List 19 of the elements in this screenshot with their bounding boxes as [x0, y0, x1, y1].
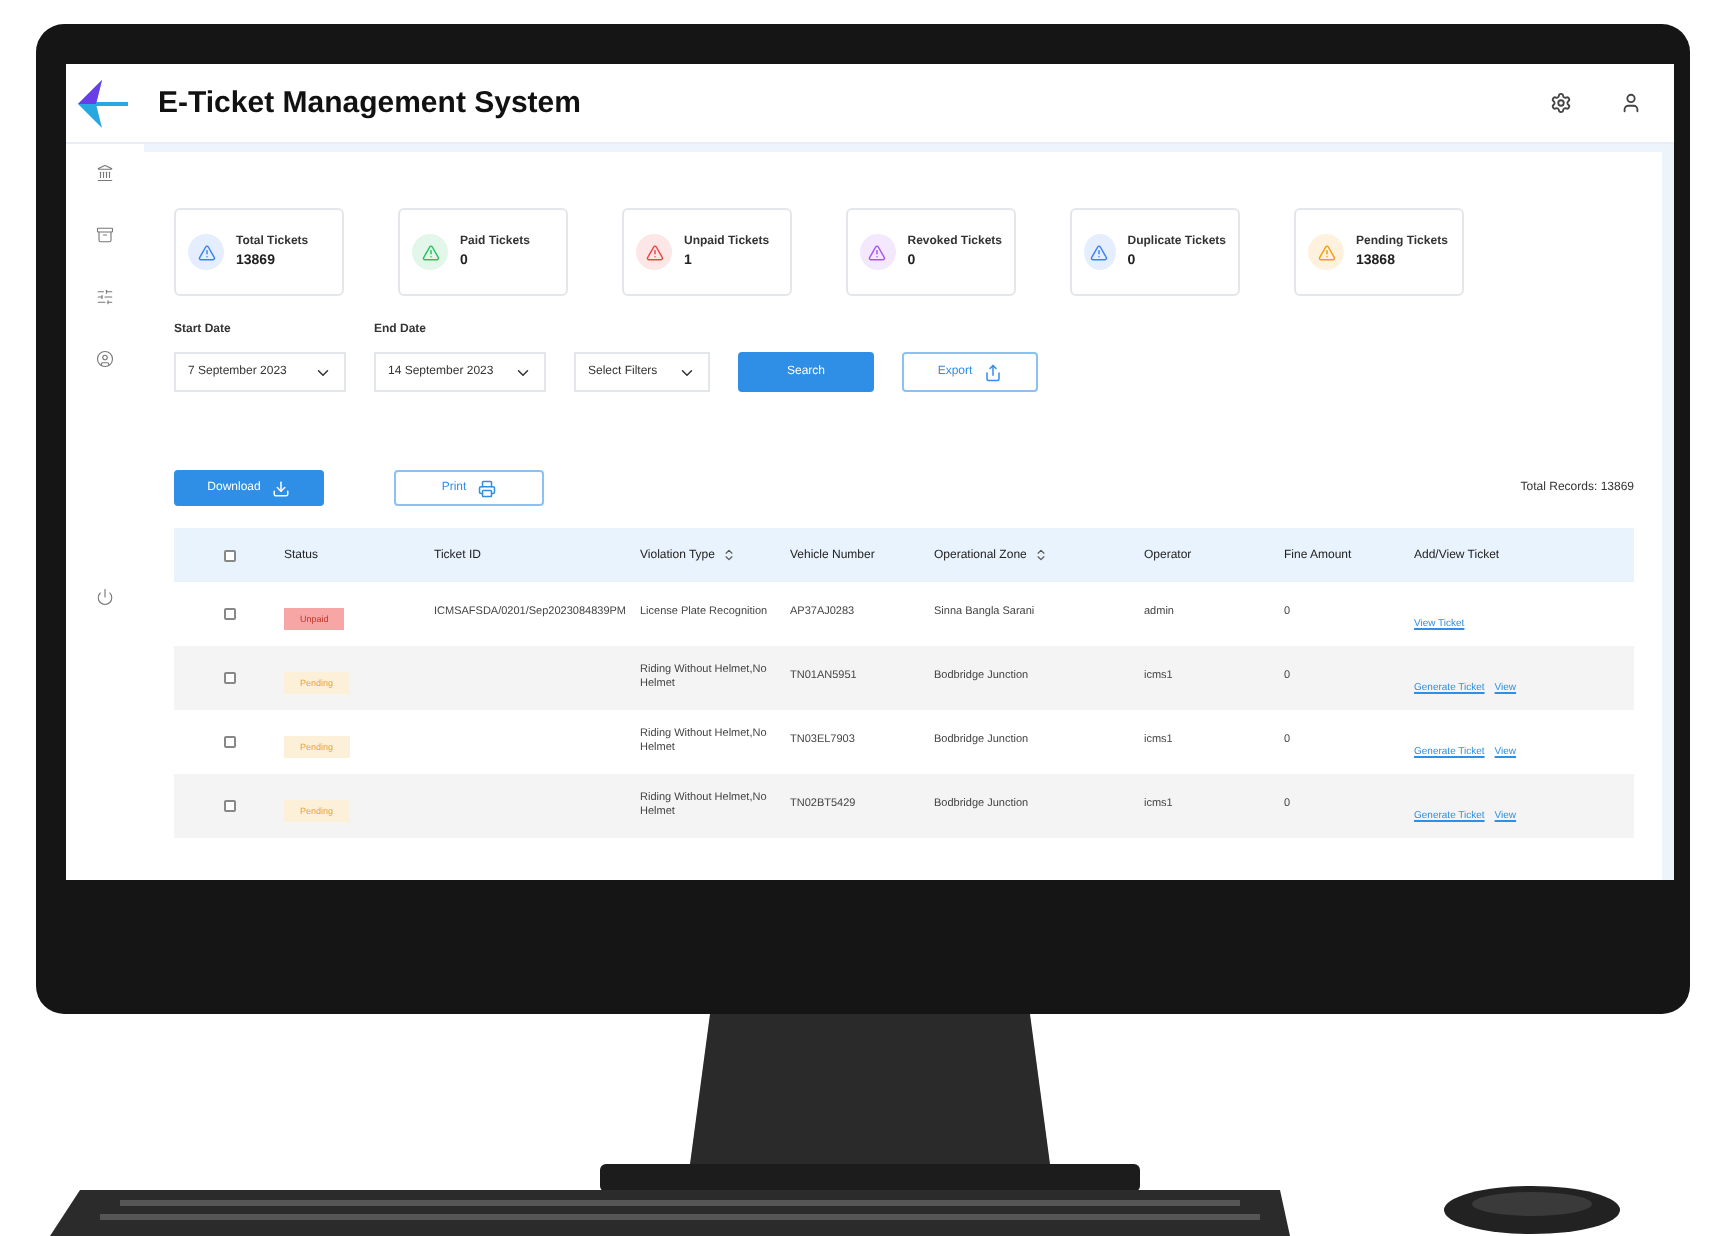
share-icon	[984, 363, 1003, 381]
sort-icon[interactable]	[1034, 548, 1049, 562]
printer-icon	[478, 479, 497, 497]
checkbox[interactable]	[223, 608, 235, 620]
checkbox[interactable]	[223, 736, 235, 748]
sort-icon[interactable]	[722, 548, 737, 562]
settings-icon[interactable]	[1550, 92, 1572, 114]
home-icon[interactable]	[96, 164, 114, 182]
checkbox[interactable]	[223, 549, 235, 561]
user-icon[interactable]	[1620, 92, 1642, 114]
download-icon	[272, 479, 291, 497]
checkbox[interactable]	[223, 672, 235, 684]
power-icon[interactable]	[96, 588, 114, 606]
checkbox[interactable]	[223, 800, 235, 812]
archive-icon[interactable]	[96, 226, 114, 244]
logo-icon	[74, 77, 130, 129]
user-circle-icon[interactable]	[96, 350, 114, 368]
app-title: E-Ticket Management System	[158, 86, 583, 120]
sliders-icon[interactable]	[96, 288, 114, 306]
